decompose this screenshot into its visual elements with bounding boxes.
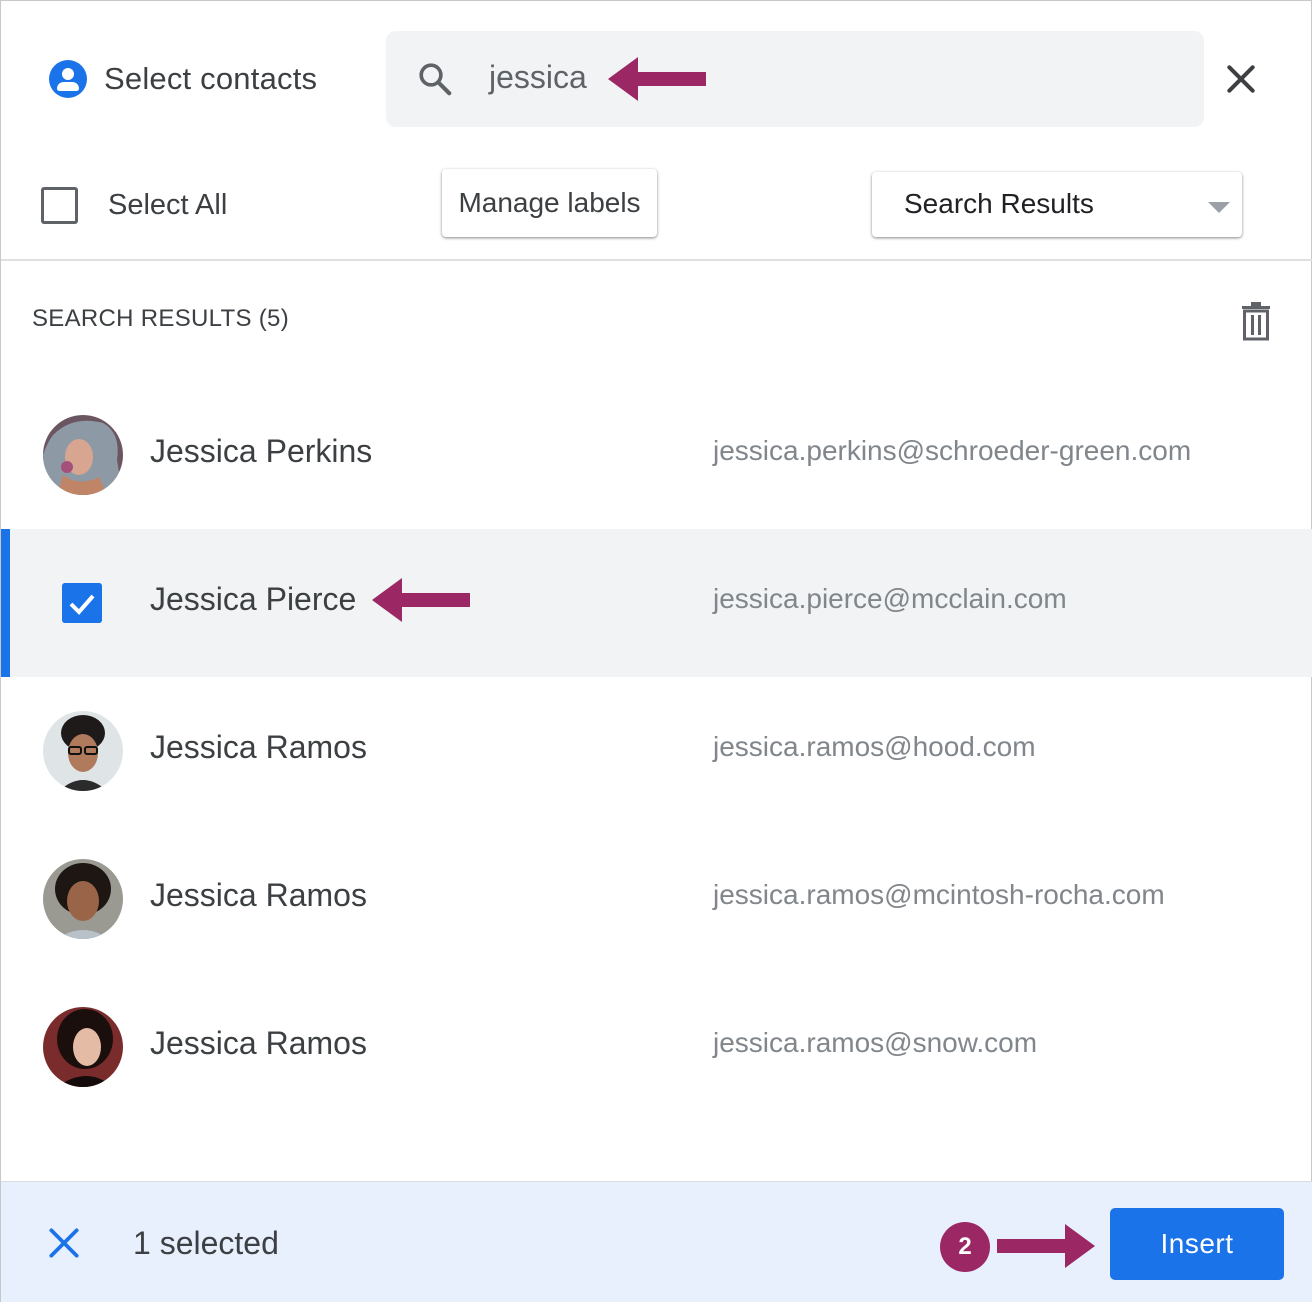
close-icon[interactable] (45, 1224, 83, 1262)
contact-email: jessica.perkins@schroeder-green.com (713, 435, 1192, 466)
selected-count: 1 selected (133, 1225, 279, 1261)
annotation-arrow-icon (608, 57, 706, 101)
selection-footer: 1 selected 2 Insert (1, 1181, 1312, 1302)
contact-row[interactable]: Jessica Ramos jessica.ramos@snow.com (1, 973, 1312, 1121)
contact-row[interactable]: Jessica Ramos jessica.ramos@hood.com (1, 677, 1312, 825)
contact-row[interactable]: Jessica Ramos jessica.ramos@mcintosh-roc… (1, 825, 1312, 973)
trash-icon[interactable] (1239, 301, 1273, 341)
avatar (43, 1007, 123, 1087)
contact-email: jessica.ramos@snow.com (713, 1027, 1038, 1058)
chevron-down-icon (1208, 202, 1230, 213)
search-icon (419, 63, 452, 96)
select-all-checkbox[interactable]: Select All (41, 187, 227, 224)
contact-name: Jessica Ramos (150, 729, 367, 765)
contact-row-selected[interactable]: Jessica Pierce jessica.pierce@mcclain.co… (1, 529, 1312, 677)
search-query-text[interactable]: jessica (489, 59, 587, 96)
selected-indicator (1, 529, 10, 677)
contact-email: jessica.pierce@mcclain.com (713, 583, 1067, 614)
contact-name: Jessica Ramos (150, 1025, 367, 1061)
contact-name: Jessica Perkins (150, 433, 373, 469)
annotation-arrow-icon (997, 1224, 1095, 1268)
label-filter-dropdown[interactable]: Search Results (872, 172, 1242, 237)
dialog-header: Select contacts (49, 57, 317, 101)
insert-button[interactable]: Insert (1110, 1208, 1284, 1280)
annotation-arrow-icon (372, 578, 470, 622)
select-all-label: Select All (108, 189, 228, 221)
checkbox-checked-icon[interactable] (62, 583, 102, 623)
close-icon[interactable] (1221, 59, 1261, 99)
dropdown-value: Search Results (904, 188, 1094, 219)
contact-name: Jessica Ramos (150, 877, 367, 913)
avatar (43, 711, 123, 791)
search-input[interactable]: jessica (386, 31, 1204, 127)
select-contacts-dialog: Select contacts jessica Select All Manag… (0, 0, 1312, 1302)
manage-labels-button[interactable]: Manage labels (442, 169, 657, 237)
contact-name: Jessica Pierce (150, 581, 357, 617)
dialog-title: Select contacts (104, 61, 318, 96)
avatar (43, 859, 123, 939)
avatar (43, 415, 123, 495)
account-circle-icon (49, 60, 87, 98)
contact-row[interactable]: Jessica Perkins jessica.perkins@schroede… (1, 381, 1312, 529)
header-divider (1, 259, 1312, 261)
section-title: SEARCH RESULTS (5) (32, 305, 290, 332)
contact-email: jessica.ramos@mcintosh-rocha.com (713, 879, 1165, 910)
step-badge: 2 (940, 1222, 990, 1272)
checkbox-icon[interactable] (41, 187, 78, 224)
contact-email: jessica.ramos@hood.com (713, 731, 1036, 762)
